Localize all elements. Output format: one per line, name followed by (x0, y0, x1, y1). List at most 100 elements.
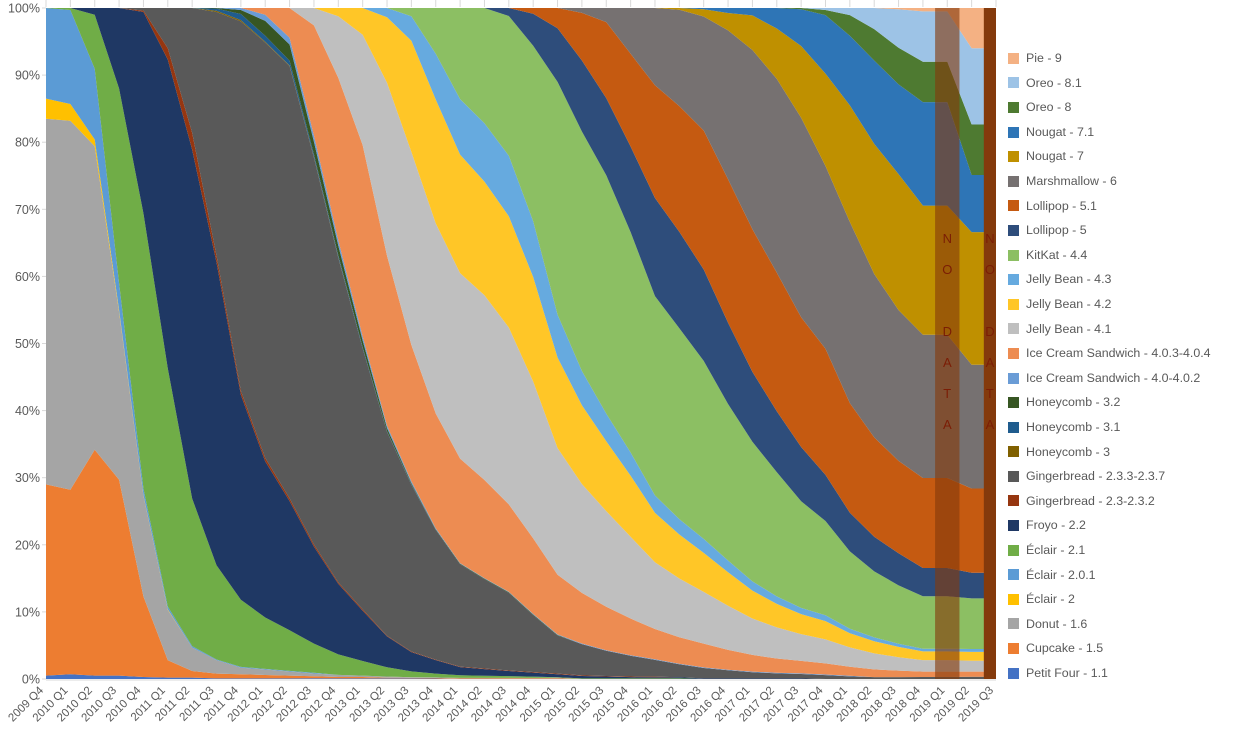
legend-item[interactable]: Jelly Bean - 4.3 (1008, 267, 1241, 292)
legend-swatch-icon (1008, 274, 1019, 286)
legend-label: Honeycomb - 3.2 (1026, 395, 1121, 410)
no-data-label-letter: A (986, 417, 995, 432)
y-axis-tick-label: 100% (8, 2, 40, 16)
legend-item[interactable]: Donut - 1.6 (1008, 612, 1241, 637)
y-axis-tick-label: 30% (15, 471, 40, 485)
legend-swatch-icon (1008, 643, 1019, 655)
legend-swatch-icon (1008, 446, 1019, 458)
legend-item[interactable]: Marshmallow - 6 (1008, 169, 1241, 194)
legend-swatch-icon (1008, 249, 1019, 261)
legend-swatch-icon (1008, 52, 1019, 64)
legend-label: KitKat - 4.4 (1026, 247, 1088, 262)
legend-swatch-icon (1008, 520, 1019, 532)
legend-item[interactable]: Éclair - 2.0.1 (1008, 562, 1241, 587)
legend-swatch-icon (1008, 101, 1019, 113)
legend-swatch-icon (1008, 224, 1019, 236)
legend-item[interactable]: Ice Cream Sandwich - 4.0-4.0.2 (1008, 366, 1241, 391)
legend-swatch-icon (1008, 593, 1019, 605)
legend-swatch-icon (1008, 544, 1019, 556)
legend-swatch-icon (1008, 495, 1019, 507)
no-data-label-letter: D (943, 324, 952, 339)
legend-label: Ice Cream Sandwich - 4.0.3-4.0.4 (1026, 346, 1211, 361)
legend-item[interactable]: Ice Cream Sandwich - 4.0.3-4.0.4 (1008, 341, 1241, 366)
legend-item[interactable]: Honeycomb - 3.1 (1008, 415, 1241, 440)
y-axis-tick-label: 20% (15, 538, 40, 552)
y-axis-tick-label: 50% (15, 337, 40, 351)
legend-swatch-icon (1008, 77, 1019, 89)
legend-label: Éclair - 2 (1026, 592, 1075, 607)
legend-swatch-icon (1008, 421, 1019, 433)
legend-label: Donut - 1.6 (1026, 616, 1088, 631)
legend-item[interactable]: Éclair - 2.1 (1008, 538, 1241, 563)
legend-label: Gingerbread - 2.3.3-2.3.7 (1026, 469, 1166, 484)
legend-label: Jelly Bean - 4.3 (1026, 272, 1112, 287)
legend-label: Éclair - 2.1 (1026, 542, 1086, 557)
legend-swatch-icon (1008, 200, 1019, 212)
no-data-band (935, 8, 960, 679)
legend-item[interactable]: Oreo - 8.1 (1008, 71, 1241, 96)
legend-item[interactable]: Froyo - 2.2 (1008, 513, 1241, 538)
legend-item[interactable]: Oreo - 8 (1008, 95, 1241, 120)
legend-swatch-icon (1008, 347, 1019, 359)
no-data-label-letter: O (942, 262, 952, 277)
legend-item[interactable]: Lollipop - 5.1 (1008, 194, 1241, 219)
y-axis-tick-label: 60% (15, 270, 40, 284)
no-data-label-letter: D (985, 324, 994, 339)
legend-swatch-icon (1008, 569, 1019, 581)
legend-swatch-icon (1008, 323, 1019, 335)
no-data-label-letter: T (943, 386, 951, 401)
legend-swatch-icon (1008, 372, 1019, 384)
legend-swatch-icon (1008, 618, 1019, 630)
y-axis-tick-label: 90% (15, 69, 40, 83)
legend-item[interactable]: Cupcake - 1.5 (1008, 636, 1241, 661)
legend-item[interactable]: Jelly Bean - 4.2 (1008, 292, 1241, 317)
legend-item[interactable]: Pie - 9 (1008, 46, 1241, 71)
no-data-band (983, 8, 996, 679)
legend-label: Honeycomb - 3.1 (1026, 420, 1121, 434)
no-data-label-letter: A (943, 417, 952, 432)
no-data-label-letter: N (985, 231, 994, 246)
legend-label: Ice Cream Sandwich - 4.0-4.0.2 (1026, 370, 1201, 385)
legend-swatch-icon (1008, 397, 1019, 409)
legend-item[interactable]: Jelly Bean - 4.1 (1008, 317, 1241, 342)
no-data-label-letter: A (986, 355, 995, 370)
legend-swatch-icon (1008, 298, 1019, 310)
legend-label: Petit Four - 1.1 (1026, 665, 1108, 680)
legend-swatch-icon (1008, 126, 1019, 138)
legend-item[interactable]: Lollipop - 5 (1008, 218, 1241, 243)
chart-legend: Pie - 9 Oreo - 8.1 Oreo - 8 Nougat - 7.1 Nou… (1008, 46, 1241, 685)
no-data-label-letter: O (985, 262, 995, 277)
legend-label: Honeycomb - 3 (1026, 444, 1111, 459)
legend-swatch-icon (1008, 175, 1019, 187)
legend-item[interactable]: KitKat - 4.4 (1008, 243, 1241, 268)
legend-label: Éclair - 2.0.1 (1026, 567, 1096, 582)
legend-label: Nougat - 7 (1026, 149, 1084, 164)
legend-label: Oreo - 8.1 (1026, 75, 1082, 90)
legend-item[interactable]: Gingerbread - 2.3.3-2.3.7 (1008, 464, 1241, 489)
legend-swatch-icon (1008, 667, 1019, 679)
stacked-area-chart: N O D A T A N O D A T A 100% 90% 80% 70% 60% 50% 40% 30% 20%… (6, 0, 997, 724)
y-axis-tick-label: 80% (15, 136, 40, 150)
legend-item[interactable]: Petit Four - 1.1 (1008, 661, 1241, 686)
y-axis-tick-label: 10% (15, 605, 40, 619)
legend-label: Lollipop - 5 (1026, 223, 1087, 238)
legend-item[interactable]: Nougat - 7.1 (1008, 120, 1241, 145)
legend-item[interactable]: Gingerbread - 2.3-2.3.2 (1008, 489, 1241, 514)
legend-item[interactable]: Éclair - 2 (1008, 587, 1241, 612)
legend-label: Marshmallow - 6 (1026, 174, 1117, 189)
legend-label: Oreo - 8 (1026, 100, 1072, 115)
legend-label: Froyo - 2.2 (1026, 518, 1086, 533)
legend-label: Jelly Bean - 4.2 (1026, 297, 1112, 312)
legend-swatch-icon (1008, 470, 1019, 482)
legend-item[interactable]: Honeycomb - 3.2 (1008, 390, 1241, 415)
no-data-label-letter: A (943, 355, 952, 370)
legend-label: Gingerbread - 2.3-2.3.2 (1026, 493, 1155, 508)
y-axis-tick-label: 70% (15, 203, 40, 217)
chart-page: N O D A T A N O D A T A 100% 90% 80% 70% 60% 50% 40% 30% 20%… (0, 0, 1241, 742)
legend-item[interactable]: Nougat - 7 (1008, 144, 1241, 169)
legend-label: Jelly Bean - 4.1 (1026, 321, 1112, 336)
no-data-label-letter: N (943, 231, 952, 246)
y-axis-tick-label: 40% (15, 404, 40, 418)
legend-item[interactable]: Honeycomb - 3 (1008, 440, 1241, 465)
legend-label: Lollipop - 5.1 (1026, 198, 1097, 213)
